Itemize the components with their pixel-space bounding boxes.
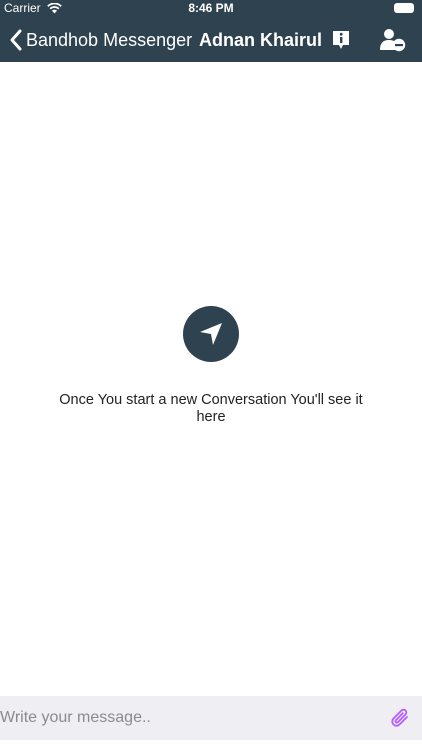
header: Carrier 8:46 PM Bandhob Messenger Adnan … <box>0 0 422 62</box>
back-button[interactable]: Bandhob Messenger <box>8 26 192 54</box>
battery-icon <box>394 3 414 13</box>
navigation-bar: Bandhob Messenger Adnan Khairul <box>0 22 422 58</box>
paperclip-icon[interactable] <box>388 706 412 730</box>
status-bar: Carrier 8:46 PM <box>0 0 422 16</box>
chevron-left-icon <box>10 29 22 51</box>
remove-user-icon[interactable] <box>380 28 406 52</box>
message-input[interactable] <box>0 696 380 740</box>
message-composer <box>0 696 422 740</box>
back-button-label: Bandhob Messenger <box>26 30 193 50</box>
status-time: 8:46 PM <box>188 1 234 15</box>
navigation-arrow-icon <box>200 323 222 345</box>
empty-state-message: Once You start a new Conversation You'll… <box>59 392 363 425</box>
info-icon[interactable] <box>331 29 351 51</box>
empty-state: Once You start a new Conversation You'll… <box>0 306 422 426</box>
conversation-title: Adnan Khairul <box>199 30 323 50</box>
empty-state-badge <box>183 306 239 362</box>
